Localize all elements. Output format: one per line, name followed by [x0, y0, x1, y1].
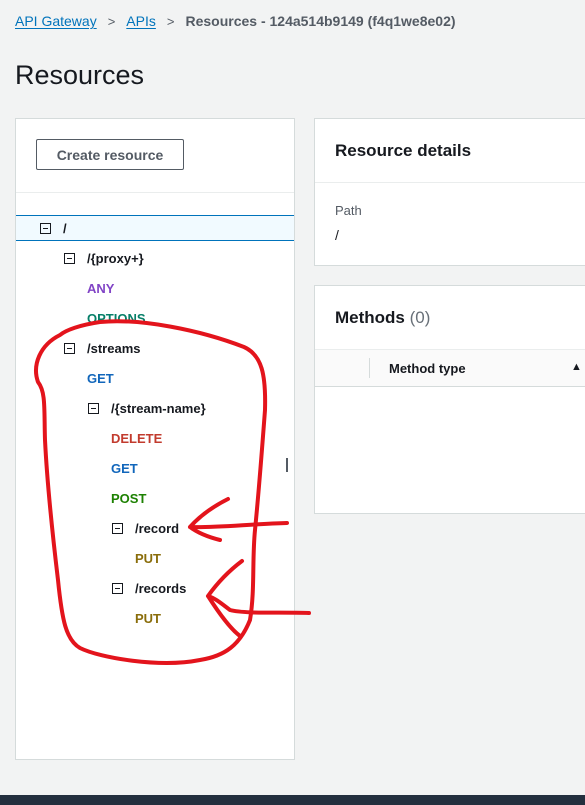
- collapse-icon[interactable]: [112, 522, 123, 534]
- resource-path: /record: [135, 520, 180, 536]
- sort-ascending-icon[interactable]: ▲: [571, 361, 582, 373]
- resource-path: /streams: [87, 340, 141, 356]
- tree-item-method-options[interactable]: OPTIONS: [16, 305, 294, 331]
- tree-item-method-put[interactable]: PUT: [16, 545, 294, 571]
- tree-item-method-post[interactable]: POST: [16, 485, 294, 511]
- chevron-right-icon: >: [166, 13, 175, 29]
- resource-path: /: [63, 220, 67, 236]
- tree-item-method-put[interactable]: PUT: [16, 605, 294, 631]
- collapse-icon[interactable]: [64, 252, 75, 264]
- method-label: GET: [111, 460, 138, 476]
- tree-item-method-any[interactable]: ANY: [16, 275, 294, 301]
- collapse-icon[interactable]: [88, 402, 99, 414]
- breadcrumb-apis-link[interactable]: APIs: [126, 13, 156, 29]
- resource-details-panel: Resource details Path /: [314, 118, 585, 266]
- method-label: DELETE: [111, 430, 163, 446]
- tree-item-root[interactable]: /: [16, 215, 294, 241]
- breadcrumb-api-gateway-link[interactable]: API Gateway: [15, 13, 97, 29]
- collapse-icon[interactable]: [64, 342, 75, 354]
- tree-item-proxy[interactable]: /{proxy+}: [16, 245, 294, 271]
- page-title: Resources: [15, 60, 145, 90]
- breadcrumb-current: Resources - 124a514b9149 (f4q1we8e02): [185, 13, 456, 29]
- tree-item-record[interactable]: /record: [16, 515, 294, 541]
- methods-title: Methods (0): [335, 308, 430, 328]
- column-header-method-type[interactable]: Method type: [389, 361, 466, 376]
- collapse-icon[interactable]: [112, 582, 123, 594]
- methods-table-header: Method type ▲: [315, 349, 585, 387]
- resource-details-title: Resource details: [335, 141, 472, 160]
- collapse-icon[interactable]: [40, 222, 51, 234]
- tree-item-method-get[interactable]: GET: [16, 365, 294, 391]
- method-label: OPTIONS: [87, 310, 146, 326]
- footer-bar: [0, 795, 585, 805]
- resource-tree-panel: Create resource / /{proxy+} ANY OPTIONS …: [15, 118, 295, 760]
- tree-item-records[interactable]: /records: [16, 575, 294, 601]
- method-label: GET: [87, 370, 114, 386]
- breadcrumb: API Gateway > APIs > Resources - 124a514…: [15, 13, 456, 29]
- methods-title-text: Methods: [335, 308, 405, 327]
- methods-count: (0): [409, 308, 431, 327]
- resource-path: /records: [135, 580, 187, 596]
- create-resource-button[interactable]: Create resource: [36, 139, 184, 170]
- tree-item-method-get[interactable]: GET: [16, 455, 294, 481]
- divider: [315, 182, 585, 183]
- method-label: ANY: [87, 280, 115, 296]
- methods-panel: Methods (0) Method type ▲: [314, 285, 585, 514]
- tree-item-method-delete[interactable]: DELETE: [16, 425, 294, 451]
- tree-item-streams[interactable]: /streams: [16, 335, 294, 361]
- path-value: /: [335, 227, 339, 243]
- tree-item-stream-name[interactable]: /{stream-name}: [16, 395, 294, 421]
- path-label: Path: [335, 203, 362, 218]
- resource-path: /{proxy+}: [87, 250, 144, 266]
- divider: [16, 192, 294, 193]
- method-label: PUT: [135, 550, 161, 566]
- method-label: PUT: [135, 610, 161, 626]
- column-divider: [369, 358, 370, 378]
- panel-resize-handle[interactable]: [286, 458, 288, 472]
- chevron-right-icon: >: [107, 13, 116, 29]
- resource-path: /{stream-name}: [111, 400, 206, 416]
- method-label: POST: [111, 490, 147, 506]
